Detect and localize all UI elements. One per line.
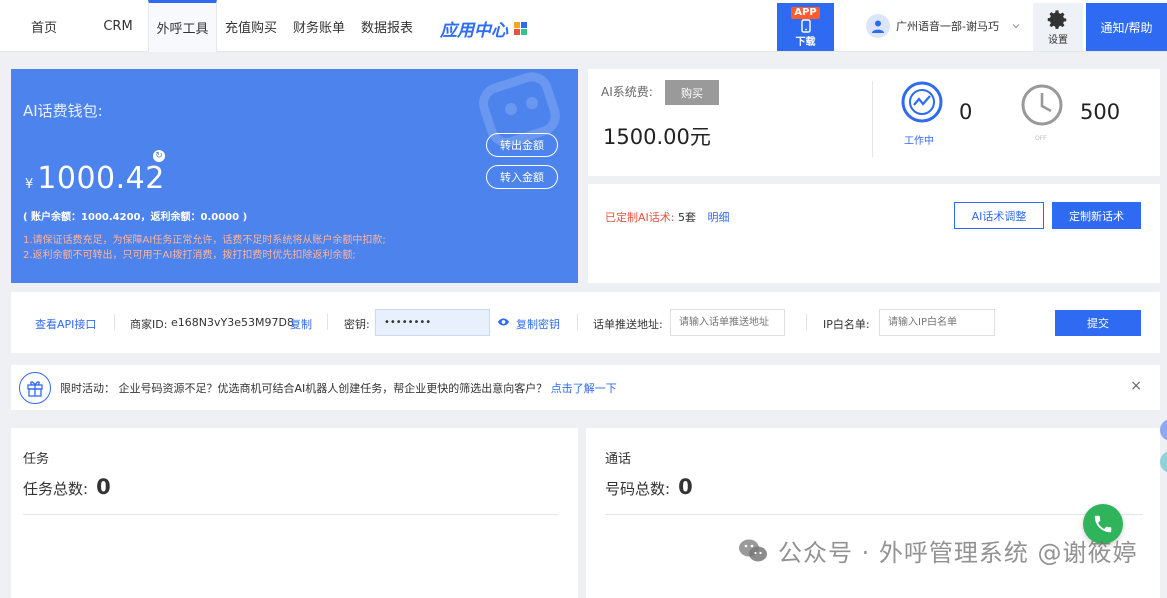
custom-script-info: 已定制AI话术: 5套 明细 (605, 209, 729, 225)
view-api-link[interactable]: 查看API接口 (35, 316, 96, 332)
ai-script-card: 已定制AI话术: 5套 明细 AI话术调整 定制新话术 (588, 184, 1160, 283)
settings-label: 设置 (1048, 34, 1068, 46)
side-float-tab[interactable] (1160, 419, 1167, 441)
nav-recharge[interactable]: 充值购买 (217, 0, 285, 52)
notice-help-button[interactable]: 通知/帮助 (1086, 3, 1167, 51)
app-center-label: 应用中心 (440, 21, 508, 41)
ai-wallet-card: AI话费钱包: ¥ 1000.42 ↻ 转出金额 转入金额 ( 账户余额：100… (11, 69, 578, 283)
copy-secret-link[interactable]: 复制密钥 (516, 316, 560, 332)
api-config-bar: 查看API接口 商家ID: e168N3vY3e53M97D8 复制 密钥: 复… (11, 292, 1160, 353)
wallet-tip-2: 2.返利余额不可转出，只可用于AI拨打消费，拨打扣费时优先扣除返利余额; (23, 250, 356, 261)
task-card: 任务 任务总数: 0 (11, 428, 578, 598)
number-total-value: 0 (678, 475, 693, 499)
ai-system-fee-card: AI系统费: 购买 1500.00元 工作中 0 OFF 500 (588, 69, 1160, 176)
wechat-icon (739, 539, 767, 561)
settings-button[interactable]: 设置 (1033, 3, 1083, 51)
user-avatar-icon (866, 14, 890, 38)
currency-symbol: ¥ (25, 177, 34, 192)
clock-icon (1021, 84, 1063, 126)
wallet-amount: ¥ 1000.42 (25, 161, 165, 196)
working-robot-icon (901, 81, 943, 123)
separator (327, 314, 328, 330)
merchant-id-value: e168N3vY3e53M97D8 (171, 316, 294, 329)
top-navigation-bar: 首页 CRM 外呼工具 充值购买 财务账单 数据报表 应用中心 APP 下载 广… (0, 0, 1167, 52)
wechat-watermark: 公众号 · 外呼管理系统 @谢筱婷 (738, 533, 1138, 568)
app-badge: APP (791, 6, 820, 19)
number-total-row: 号码总数: 0 (605, 475, 693, 499)
ai-fee-value: 1500.00元 (603, 125, 711, 149)
wallet-amount-value: 1000.42 (37, 161, 165, 196)
app-download-button[interactable]: APP 下载 (777, 3, 834, 51)
task-total-value: 0 (96, 475, 111, 499)
secret-label: 密钥: (344, 318, 370, 331)
secret-input[interactable] (375, 309, 490, 336)
off-label: OFF (1035, 135, 1047, 142)
user-name: 广州语音一部-谢马巧 (896, 20, 999, 33)
submit-button[interactable]: 提交 (1055, 310, 1141, 336)
transfer-in-button[interactable]: 转入金额 (486, 165, 558, 189)
working-label: 工作中 (904, 136, 934, 147)
ai-fee-label: AI系统费: (601, 85, 653, 99)
close-icon[interactable]: × (1130, 378, 1142, 394)
push-address-input[interactable] (670, 309, 785, 336)
task-card-title: 任务 (23, 452, 50, 467)
app-grid-icon (514, 22, 527, 35)
phone-icon (800, 18, 811, 33)
ip-whitelist-label: IP白名单: (823, 318, 870, 331)
eye-icon[interactable] (497, 317, 510, 327)
separator (577, 314, 578, 330)
separator (114, 314, 115, 330)
push-address-label: 话单推送地址: (593, 318, 663, 331)
create-script-button[interactable]: 定制新话术 (1052, 202, 1141, 229)
activity-message: 企业号码资源不足？优选商机可结合AI机器人创建任务，帮企业更快的筛选出意向客户？ (118, 382, 548, 395)
wallet-title: AI话费钱包: (23, 102, 103, 120)
call-card: 通话 号码总数: 0 (586, 428, 1160, 598)
divider (605, 514, 1143, 515)
off-count: 500 (1080, 100, 1121, 124)
activity-learn-more-link[interactable]: 点击了解一下 (551, 382, 617, 395)
activity-prefix: 限时活动： (60, 382, 115, 395)
ip-whitelist-input[interactable] (879, 309, 995, 336)
task-total-row: 任务总数: 0 (23, 475, 111, 499)
wallet-balance-line: ( 账户余额：1000.4200，返利余额：0.0000 ) (23, 212, 248, 223)
copy-merchant-id-link[interactable]: 复制 (290, 316, 312, 332)
buy-button[interactable]: 购买 (665, 80, 719, 105)
call-card-title: 通话 (605, 452, 632, 467)
side-float-tab[interactable] (1160, 451, 1167, 473)
custom-script-label: 已定制AI话术: (605, 211, 675, 224)
gear-icon (1047, 9, 1067, 29)
script-detail-link[interactable]: 明细 (707, 211, 729, 224)
phone-call-icon (1094, 515, 1112, 533)
nav-reports[interactable]: 数据报表 (353, 0, 421, 52)
nav-outbound-tools[interactable]: 外呼工具 (148, 0, 217, 52)
working-count: 0 (959, 100, 973, 124)
task-total-label: 任务总数: (23, 480, 89, 498)
chevron-down-icon (1012, 24, 1020, 29)
user-menu[interactable]: 广州语音一部-谢马巧 (866, 14, 1021, 38)
adjust-script-button[interactable]: AI话术调整 (954, 202, 1044, 229)
main-nav: 首页 CRM 外呼工具 充值购买 财务账单 数据报表 (0, 0, 421, 52)
separator (806, 314, 807, 330)
activity-banner: 限时活动： 企业号码资源不足？优选商机可结合AI机器人创建任务，帮企业更快的筛选… (11, 365, 1160, 410)
refresh-icon[interactable]: ↻ (153, 150, 165, 162)
nav-billing[interactable]: 财务账单 (285, 0, 353, 52)
app-download-label: 下载 (795, 36, 816, 48)
transfer-out-button[interactable]: 转出金额 (486, 133, 558, 157)
custom-script-count: 5套 (677, 211, 696, 224)
merchant-id-label: 商家ID: (130, 318, 168, 331)
nav-crm[interactable]: CRM (88, 0, 148, 52)
fee-divider (872, 81, 873, 157)
number-total-label: 号码总数: (605, 480, 671, 498)
app-center-link[interactable]: 应用中心 (440, 16, 527, 41)
gift-icon (19, 372, 51, 404)
watermark-text: 公众号 · 外呼管理系统 @谢筱婷 (778, 539, 1138, 567)
wallet-tip-1: 1.请保证话费充足，为保障AI任务正常允许，话费不足时系统将从账户余额中扣款; (23, 235, 386, 246)
divider (23, 514, 558, 515)
nav-home[interactable]: 首页 (0, 0, 88, 52)
activity-text: 限时活动： 企业号码资源不足？优选商机可结合AI机器人创建任务，帮企业更快的筛选… (60, 380, 617, 396)
